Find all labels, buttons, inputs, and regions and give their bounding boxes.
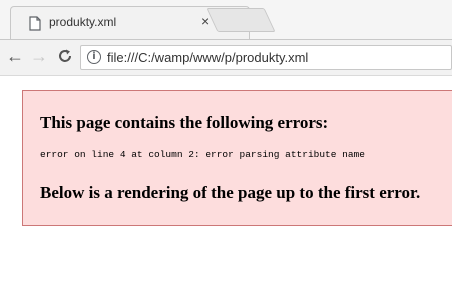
document-icon [29,16,41,31]
browser-window: produkty.xml × ← → i file:///C:/wamp/www… [0,0,452,300]
close-icon[interactable]: × [201,14,209,28]
address-bar[interactable]: i file:///C:/wamp/www/p/produkty.xml [80,45,452,70]
reload-icon[interactable] [54,45,76,67]
tab-strip: produkty.xml × [0,0,452,39]
tab-title: produkty.xml [49,15,117,29]
url-text[interactable]: file:///C:/wamp/www/p/produkty.xml [107,50,308,65]
back-arrow-icon[interactable]: ← [4,45,26,67]
forward-arrow-icon[interactable]: → [28,45,50,67]
error-footer: Below is a rendering of the page up to t… [40,183,421,202]
new-tab-button[interactable] [206,8,276,32]
error-title: This page contains the following errors: [40,113,329,132]
xml-error-box: This page contains the following errors:… [22,90,452,226]
page-content: This page contains the following errors:… [0,77,452,300]
error-message: error on line 4 at column 2: error parsi… [40,149,365,160]
toolbar: ← → i file:///C:/wamp/www/p/produkty.xml [0,39,452,76]
info-icon[interactable]: i [87,50,101,64]
